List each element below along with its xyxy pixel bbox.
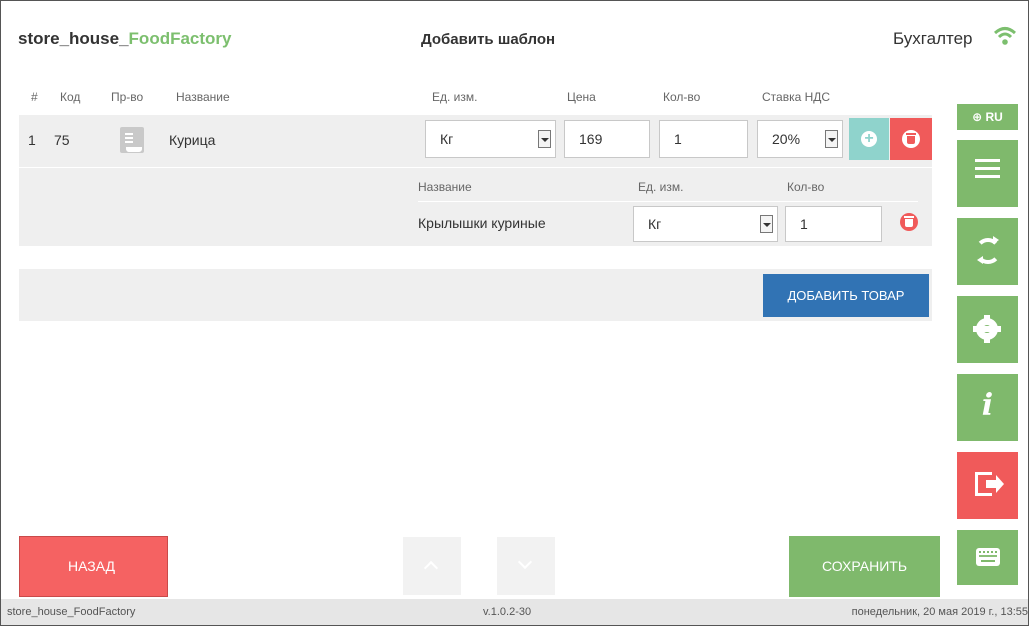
component-qty-input[interactable]: 1 [785, 206, 882, 242]
chevron-down-icon[interactable] [760, 215, 773, 233]
col-vat: Ставка НДС [762, 90, 831, 104]
info-icon: i [981, 388, 994, 423]
col-price: Цена [567, 90, 596, 104]
scroll-up-button[interactable] [403, 537, 461, 595]
divider [418, 201, 918, 202]
status-version: v.1.0.2-30 [483, 606, 532, 618]
sync-button[interactable] [957, 218, 1018, 285]
app-title-prefix: store_house_ [18, 29, 129, 48]
unit-select[interactable]: Кг [425, 120, 556, 158]
page-title: Добавить шаблон [421, 31, 556, 48]
component-unit-select[interactable]: Кг [633, 206, 778, 242]
col-num: # [31, 90, 38, 104]
gear-icon [973, 318, 1001, 340]
scroll-down-button[interactable] [497, 537, 555, 595]
col-qty: Кол-во [663, 90, 701, 104]
status-bar: store_house_FoodFactory v.1.0.2-30 понед… [1, 599, 1028, 625]
component-unit-value: Кг [648, 216, 662, 232]
vat-select[interactable]: 20% [757, 120, 843, 158]
price-input[interactable]: 169 [564, 120, 650, 158]
sub-col-unit: Ед. изм. [638, 180, 684, 194]
back-button[interactable]: НАЗАД [19, 536, 168, 597]
col-production: Пр-во [111, 90, 144, 104]
app-title-accent: FoodFactory [128, 29, 232, 48]
trash-icon [902, 130, 920, 148]
add-product-button[interactable]: ДОБАВИТЬ ТОВАР [763, 274, 929, 317]
delete-row-button[interactable] [890, 118, 932, 160]
row-num: 1 [28, 132, 36, 148]
logout-button[interactable] [957, 452, 1018, 519]
arrow-right-icon [986, 475, 1004, 493]
language-button[interactable]: ⊕ RU [957, 104, 1018, 130]
chevron-up-icon [423, 560, 439, 576]
plus-icon: + [864, 130, 874, 147]
menu-icon [975, 167, 1000, 170]
col-code: Код [60, 90, 81, 104]
header: store_house_FoodFactory Добавить шаблон … [1, 1, 1028, 69]
component-name: Крылышки куриные [418, 215, 546, 231]
sync-icon [975, 236, 1001, 264]
add-component-button[interactable]: + [849, 118, 889, 160]
wifi-icon [993, 27, 1017, 45]
chevron-down-icon[interactable] [538, 130, 551, 148]
sub-col-qty: Кол-во [787, 180, 825, 194]
chevron-down-icon[interactable] [825, 130, 838, 148]
user-role[interactable]: Бухгалтер [893, 29, 973, 49]
keyboard-button[interactable] [957, 530, 1018, 585]
row-code: 75 [54, 132, 70, 148]
app-title: store_house_FoodFactory [18, 29, 232, 49]
keyboard-icon [976, 548, 1000, 566]
chevron-down-icon [517, 554, 533, 570]
qty-input[interactable]: 1 [659, 120, 748, 158]
save-button[interactable]: СОХРАНИТЬ [789, 536, 940, 597]
status-datetime: понедельник, 20 мая 2019 г., 13:55 [851, 606, 1028, 618]
status-app: store_house_FoodFactory [7, 606, 136, 618]
menu-button[interactable] [957, 140, 1018, 207]
row-name: Курица [169, 132, 216, 148]
settings-button[interactable] [957, 296, 1018, 363]
col-name: Название [176, 90, 230, 104]
info-button[interactable]: i [957, 374, 1018, 441]
production-icon [120, 127, 144, 153]
col-unit: Ед. изм. [432, 90, 478, 104]
sub-col-name: Название [418, 180, 472, 194]
delete-component-button[interactable] [900, 213, 918, 231]
unit-select-value: Кг [440, 131, 454, 147]
vat-select-value: 20% [772, 131, 801, 147]
